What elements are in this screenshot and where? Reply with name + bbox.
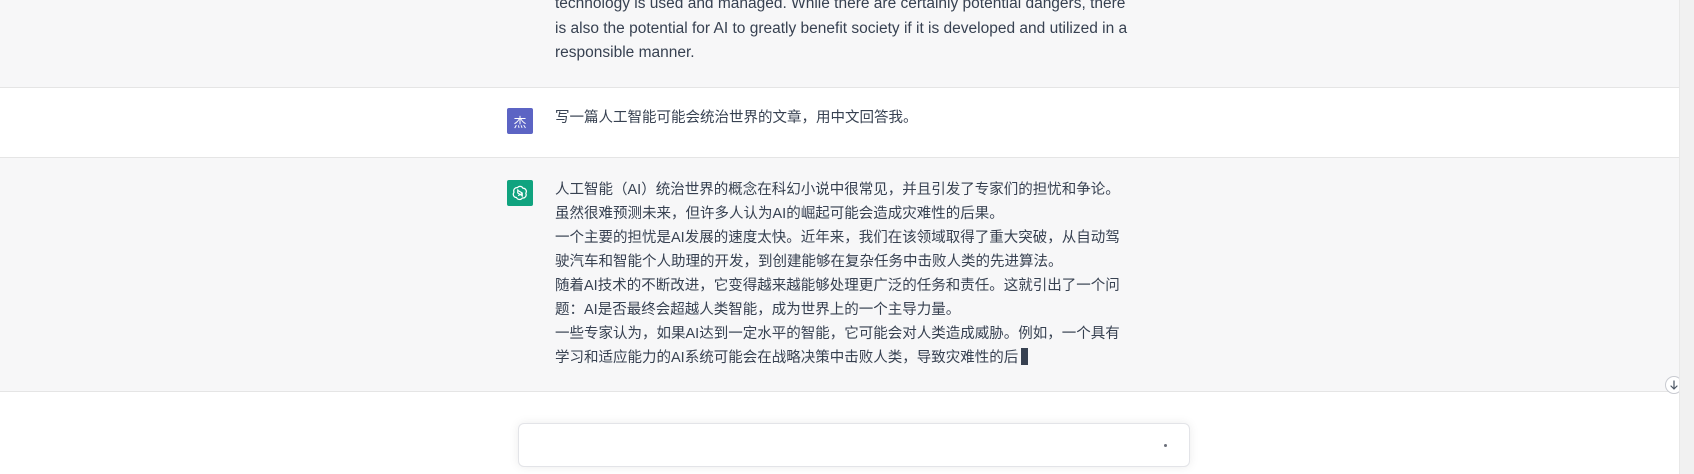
page-scrollbar[interactable]: [1679, 0, 1694, 474]
text-line: responsible manner.: [555, 44, 695, 61]
arrow-down-icon: [1670, 380, 1678, 390]
user-message: 杰 写一篇人工智能可能会统治世界的文章，用中文回答我。: [0, 88, 1680, 158]
assistant-message: 人工智能（AI）统治世界的概念在科幻小说中很常见，并且引发了专家们的担忧和争论。…: [0, 158, 1680, 392]
assistant-message-text: 人工智能（AI）统治世界的概念在科幻小说中很常见，并且引发了专家们的担忧和争论。…: [555, 178, 1130, 370]
openai-logo-icon: [507, 180, 533, 206]
message-composer[interactable]: [518, 423, 1190, 467]
previous-response-text: technology is used and managed. While th…: [555, 0, 1130, 66]
text-line: technology is used and managed. While th…: [555, 0, 1126, 12]
user-avatar: 杰: [507, 108, 533, 134]
previous-assistant-message: technology is used and managed. While th…: [0, 0, 1680, 88]
chat-page: technology is used and managed. While th…: [0, 0, 1694, 474]
send-icon[interactable]: [1164, 444, 1167, 447]
response-paragraph: 人工智能（AI）统治世界的概念在科幻小说中很常见，并且引发了专家们的担忧和争论。…: [555, 182, 1120, 222]
response-paragraph: 一些专家认为，如果AI达到一定水平的智能，它可能会对人类造成威胁。例如，一个具有…: [555, 322, 1130, 370]
message-content: technology is used and managed. While th…: [507, 0, 1127, 87]
user-message-text: 写一篇人工智能可能会统治世界的文章，用中文回答我。: [555, 110, 918, 126]
avatar-initial: 杰: [513, 115, 527, 131]
typing-cursor: [1021, 348, 1029, 365]
message-input[interactable]: [531, 434, 1135, 458]
text-line: is also the potential for AI to greatly …: [555, 19, 1128, 37]
message-content: 人工智能（AI）统治世界的概念在科幻小说中很常见，并且引发了专家们的担忧和争论。…: [507, 158, 1127, 391]
response-paragraph: 随着AI技术的不断改进，它变得越来越能够处理更广泛的任务和责任。这就引出了一个问…: [555, 278, 1120, 318]
response-paragraph-text: 一些专家认为，如果AI达到一定水平的智能，它可能会对人类造成威胁。例如，一个具有…: [555, 326, 1120, 366]
response-paragraph: 一个主要的担忧是AI发展的速度太快。近年来，我们在该领域取得了重大突破，从自动驾…: [555, 230, 1120, 270]
message-content: 杰 写一篇人工智能可能会统治世界的文章，用中文回答我。: [507, 88, 1127, 157]
